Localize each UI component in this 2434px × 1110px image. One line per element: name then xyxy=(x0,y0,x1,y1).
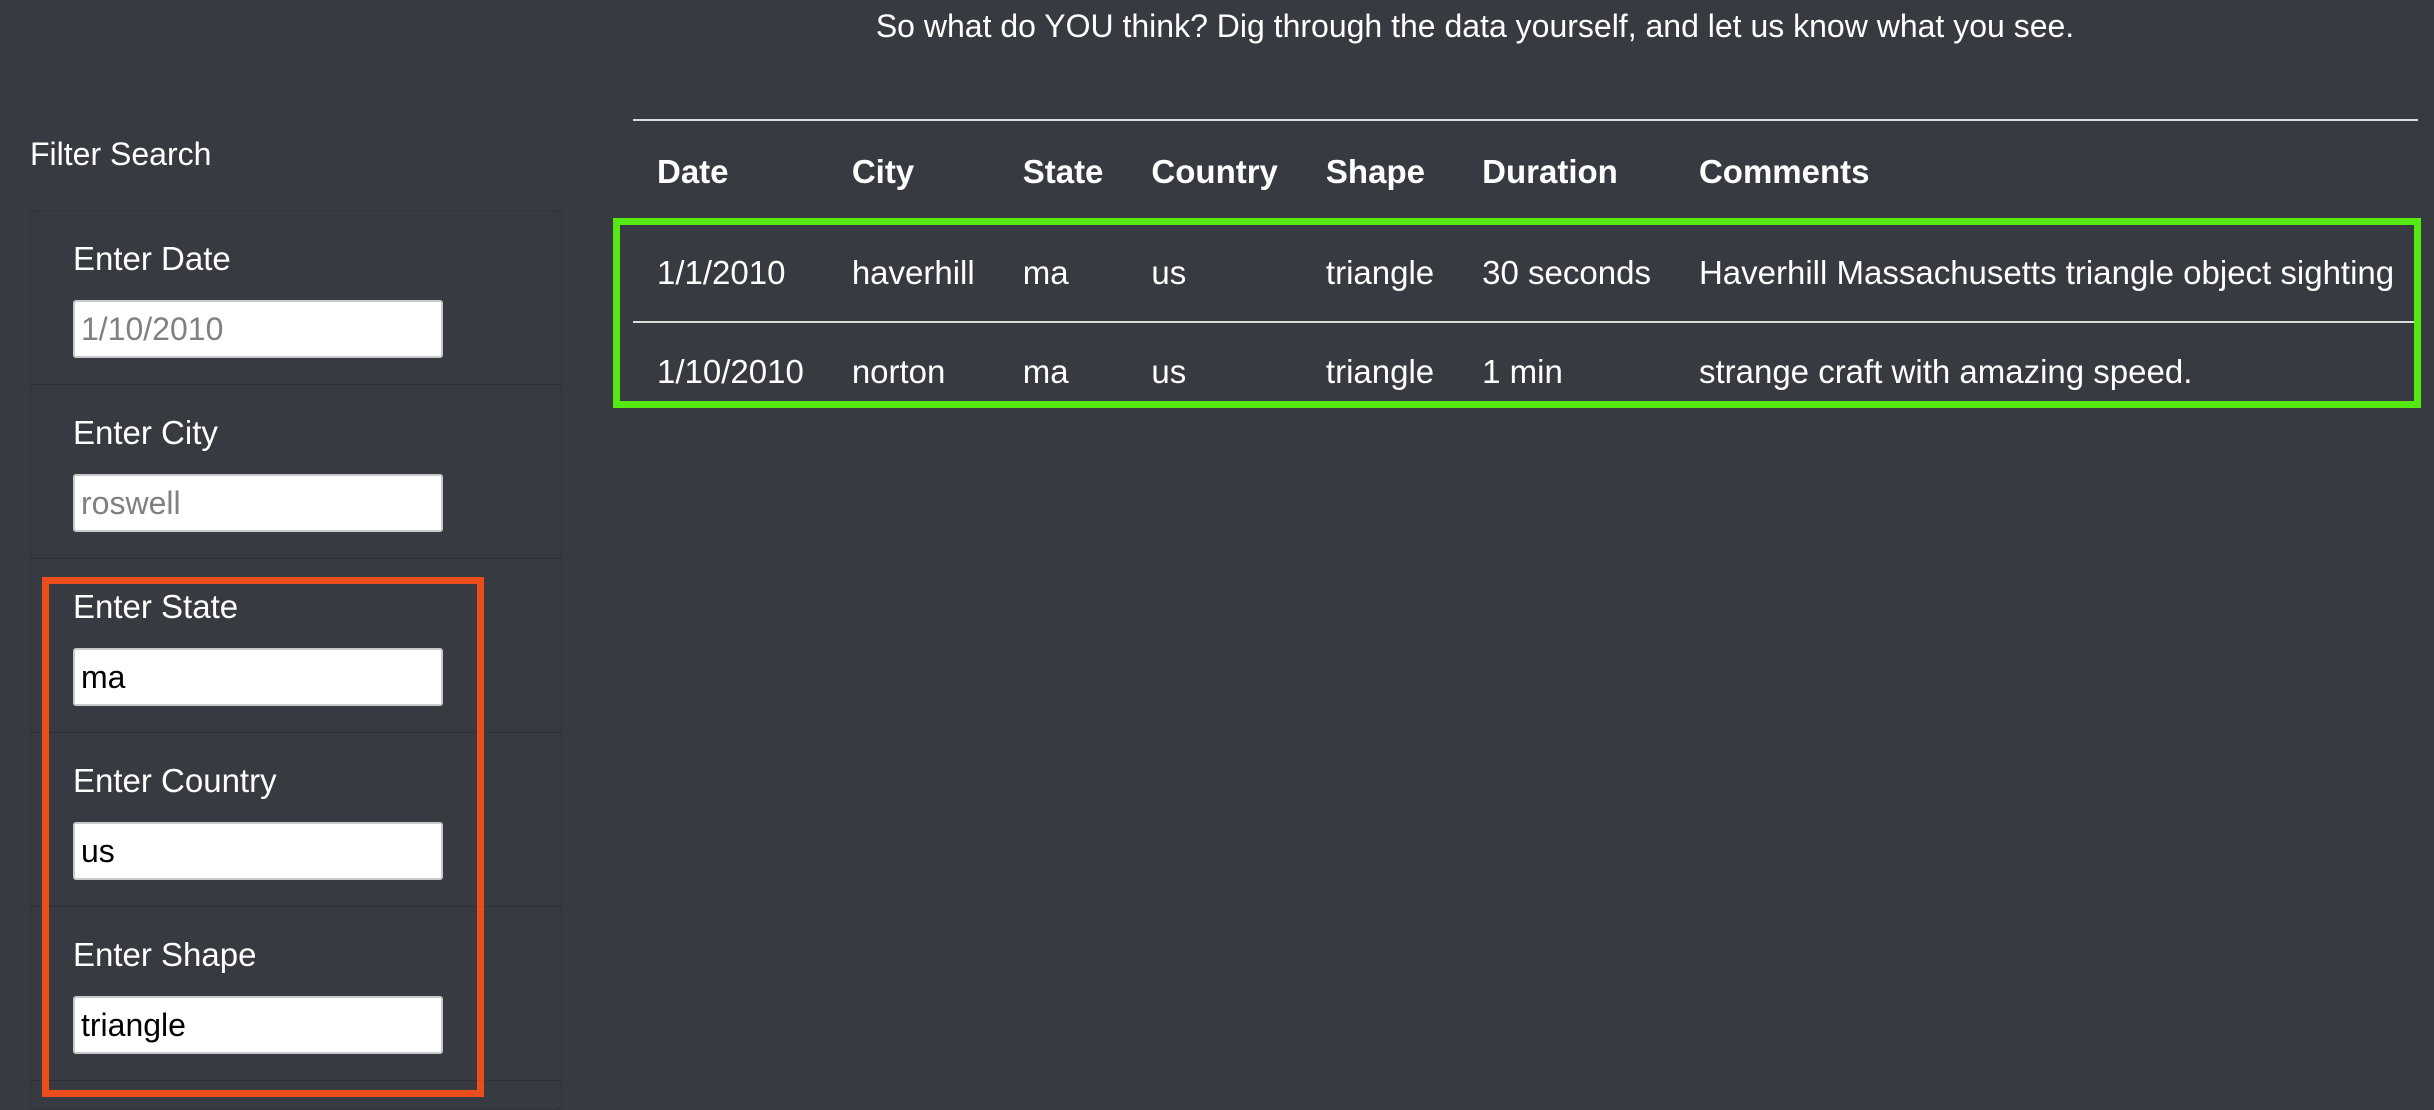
column-header-comments: Comments xyxy=(1698,153,1870,191)
country-input[interactable] xyxy=(73,822,443,880)
table-header: Date City State Country Shape Duration C… xyxy=(633,120,2419,224)
cell-shape: triangle xyxy=(1325,253,1435,291)
state-label: Enter State xyxy=(73,588,239,625)
cell-shape: triangle xyxy=(1325,352,1435,390)
shape-input[interactable] xyxy=(73,996,443,1054)
cell-date: 1/1/2010 xyxy=(657,253,786,291)
date-input[interactable] xyxy=(73,300,443,358)
filter-item-country: Enter Country xyxy=(31,733,561,907)
filter-item-date: Enter Date xyxy=(31,211,561,385)
cell-duration: 1 min xyxy=(1482,352,1563,390)
cell-state: ma xyxy=(1022,253,1069,291)
shape-label: Enter Shape xyxy=(73,936,257,973)
date-label: Enter Date xyxy=(73,240,231,277)
column-header-date: Date xyxy=(657,153,729,191)
cell-city: norton xyxy=(851,352,946,390)
table-row: 1/10/2010 norton ma us triangle 1 min st… xyxy=(633,322,2418,420)
cell-duration: 30 seconds xyxy=(1482,253,1651,291)
filter-item-city: Enter City xyxy=(31,385,561,559)
table-header-row: Date City State Country Shape Duration C… xyxy=(633,120,2419,224)
country-label: Enter Country xyxy=(73,762,277,799)
filter-panel: Enter Date Enter City Enter State Enter … xyxy=(30,210,562,1110)
ufo-sightings-table: Date City State Country Shape Duration C… xyxy=(633,119,2419,420)
intro-text: So what do YOU think? Dig through the da… xyxy=(875,8,2075,44)
cell-date: 1/10/2010 xyxy=(657,352,804,390)
cell-comments: Haverhill Massachusetts triangle object … xyxy=(1698,253,2395,291)
column-header-state: State xyxy=(1022,153,1104,191)
cell-state: ma xyxy=(1022,352,1069,390)
cell-country: us xyxy=(1151,352,1187,390)
filter-search-title: Filter Search xyxy=(30,136,212,172)
filter-item-shape: Enter Shape xyxy=(31,907,561,1081)
state-input[interactable] xyxy=(73,648,443,706)
filter-item-state: Enter State xyxy=(31,559,561,733)
city-input[interactable] xyxy=(73,474,443,532)
cell-comments: strange craft with amazing speed. xyxy=(1698,352,2193,390)
cell-country: us xyxy=(1151,253,1187,291)
column-header-shape: Shape xyxy=(1325,153,1425,191)
column-header-city: City xyxy=(851,153,915,191)
cell-city: haverhill xyxy=(851,253,975,291)
column-header-country: Country xyxy=(1151,153,1278,191)
table-body: 1/1/2010 haverhill ma us triangle 30 sec… xyxy=(633,224,2419,420)
city-label: Enter City xyxy=(73,414,218,451)
table-row: 1/1/2010 haverhill ma us triangle 30 sec… xyxy=(633,224,2419,322)
column-header-duration: Duration xyxy=(1482,153,1618,191)
